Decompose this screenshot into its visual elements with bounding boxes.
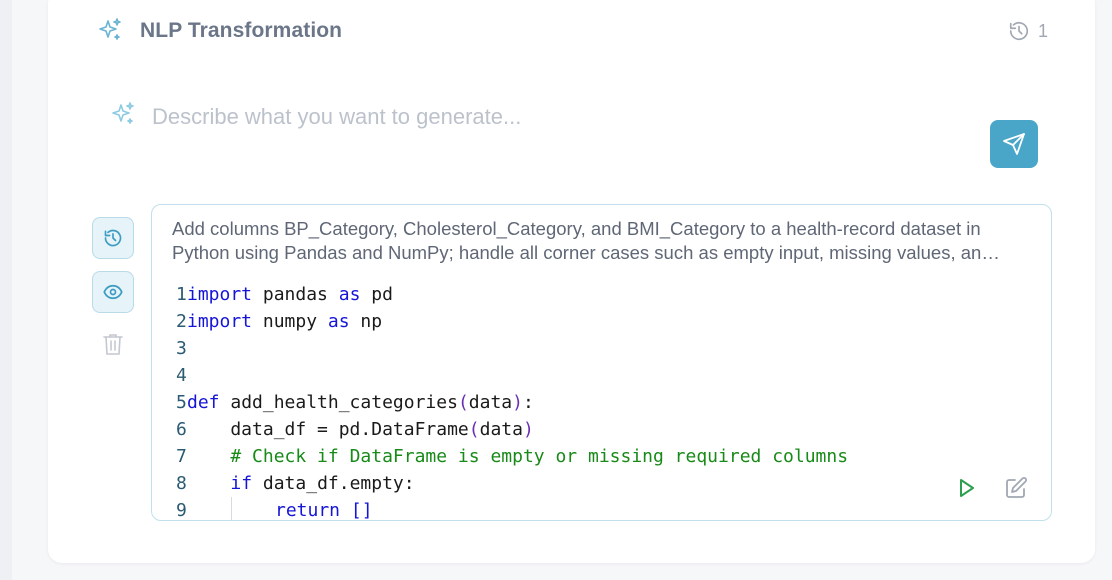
line-number: 8 <box>176 473 187 494</box>
result-description: Add columns BP_Category, Cholesterol_Cat… <box>172 218 992 263</box>
line-number: 6 <box>176 419 187 440</box>
line-number: 9 <box>176 500 187 521</box>
code-line: 5 def add_health_categories(data): <box>176 389 848 416</box>
line-number: 4 <box>176 365 187 386</box>
edit-icon[interactable] <box>1004 476 1028 500</box>
line-number: 2 <box>176 311 187 332</box>
code-line: 4 <box>176 362 848 389</box>
prompt-input[interactable] <box>152 100 952 134</box>
code-line: 1 import pandas as pd <box>176 281 848 308</box>
result-card: Add columns BP_Category, Cholesterol_Cat… <box>151 204 1052 521</box>
code-line: 9 return [] <box>176 497 848 521</box>
history-counter[interactable]: 1 <box>1008 19 1048 43</box>
view-button[interactable] <box>92 271 134 313</box>
history-icon <box>104 229 122 247</box>
play-icon[interactable] <box>954 476 978 500</box>
sparkle-icon <box>112 102 134 124</box>
left-strip <box>0 0 12 580</box>
line-number: 1 <box>176 284 187 305</box>
line-number: 5 <box>176 392 187 413</box>
eye-icon <box>103 284 123 300</box>
sparkle-icon <box>99 18 121 40</box>
history-count: 1 <box>1038 20 1049 41</box>
delete-button[interactable] <box>102 332 124 356</box>
history-button[interactable] <box>92 217 134 259</box>
indent-guide <box>231 497 275 520</box>
history-icon <box>1009 22 1029 41</box>
trash-icon <box>103 334 123 355</box>
code-line: 7 # Check if DataFrame is empty or missi… <box>176 443 848 470</box>
code-line: 8 if data_df.empty: <box>176 470 848 497</box>
code-line: 2 import numpy as np <box>176 308 848 335</box>
code-block: 1 import pandas as pd 2 import numpy as np… <box>176 281 848 521</box>
page-title: NLP Transformation <box>140 19 343 42</box>
code-line: 6 data_df = pd.DataFrame(data) <box>176 416 848 443</box>
send-icon <box>1003 133 1025 155</box>
line-number: 3 <box>176 338 187 359</box>
line-number: 7 <box>176 446 187 467</box>
code-line: 3 <box>176 335 848 362</box>
send-button[interactable] <box>990 120 1038 168</box>
